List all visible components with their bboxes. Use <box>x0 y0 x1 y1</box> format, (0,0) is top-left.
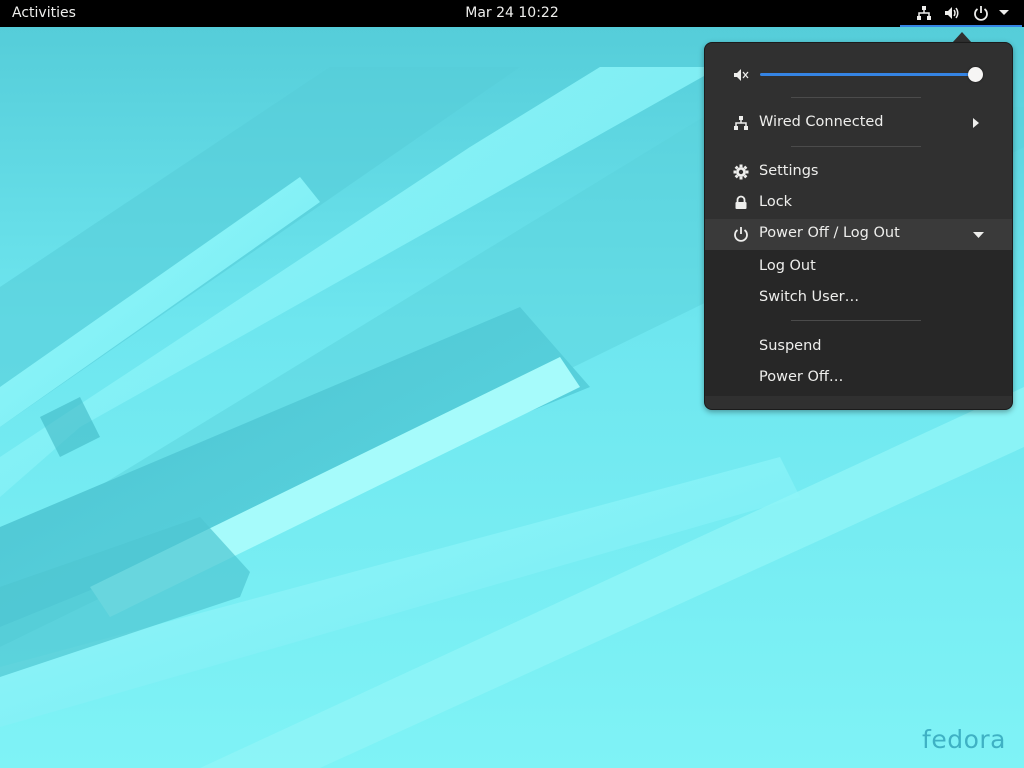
volume-muted-icon[interactable] <box>733 67 749 83</box>
lock-menu-item[interactable]: Lock <box>705 188 1012 218</box>
clock-button[interactable]: Mar 24 10:22 <box>465 5 558 21</box>
volume-slider-handle[interactable] <box>968 67 983 82</box>
network-label: Wired Connected <box>759 114 884 130</box>
dropdown-arrow-icon <box>999 10 1009 15</box>
volume-icon <box>945 7 959 19</box>
system-menu: Wired Connected Settings Lock Power Off … <box>704 42 1013 410</box>
tray-active-indicator <box>900 25 1022 27</box>
power-icon <box>734 227 748 242</box>
power-off-log-out-menu-item[interactable]: Power Off / Log Out <box>705 219 1012 250</box>
lock-label: Lock <box>759 194 793 210</box>
lock-icon <box>735 195 747 209</box>
suspend-label: Suspend <box>759 338 822 354</box>
system-tray[interactable] <box>900 0 1022 27</box>
settings-label: Settings <box>759 163 819 179</box>
settings-menu-item[interactable]: Settings <box>705 157 1012 187</box>
network-wired-icon <box>734 116 748 130</box>
separator <box>791 97 921 98</box>
separator <box>791 320 921 321</box>
suspend-menu-item[interactable]: Suspend <box>705 332 1012 362</box>
separator <box>791 146 921 147</box>
top-bar: Activities Mar 24 10:22 <box>0 0 1024 27</box>
network-menu-item[interactable]: Wired Connected <box>705 108 1012 138</box>
switch-user-label: Switch User… <box>759 289 860 305</box>
fedora-logo: fedora <box>922 725 1006 754</box>
switch-user-menu-item[interactable]: Switch User… <box>705 283 1012 313</box>
volume-slider[interactable] <box>760 73 978 76</box>
power-off-log-out-label: Power Off / Log Out <box>759 225 900 241</box>
activities-button[interactable]: Activities <box>12 0 76 27</box>
power-submenu: Log Out Switch User… Suspend Power Off… <box>705 250 1012 396</box>
power-off-label: Power Off… <box>759 369 844 385</box>
log-out-label: Log Out <box>759 258 816 274</box>
power-off-menu-item[interactable]: Power Off… <box>705 363 1012 393</box>
gear-icon <box>733 164 749 180</box>
chevron-down-icon <box>973 232 984 238</box>
chevron-right-icon <box>973 118 979 128</box>
network-wired-icon <box>917 6 931 20</box>
power-icon <box>974 6 988 21</box>
log-out-menu-item[interactable]: Log Out <box>705 252 1012 282</box>
clock-area: Mar 24 10:22 <box>0 0 1024 27</box>
